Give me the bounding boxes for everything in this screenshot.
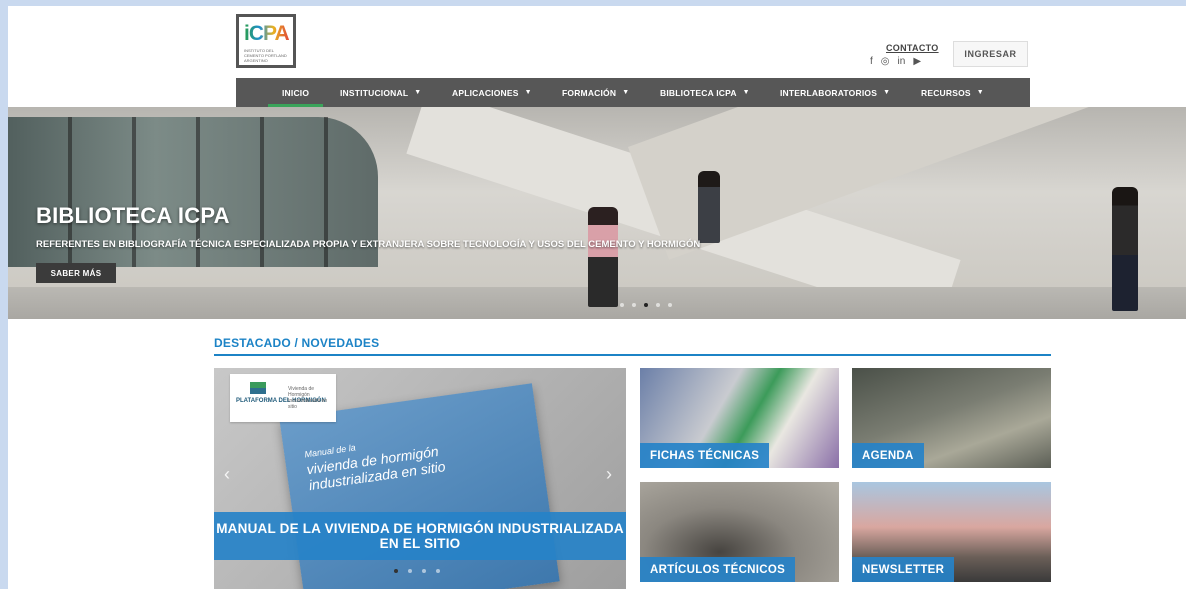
hero-slide-dot[interactable] <box>668 303 672 307</box>
linkedin-icon[interactable]: in <box>898 56 906 67</box>
hero-more-button[interactable]: SABER MÁS <box>36 263 116 283</box>
youtube-icon[interactable]: ▶ <box>913 56 921 67</box>
hero-slide-dot[interactable] <box>656 303 660 307</box>
tile-newsletter[interactable]: NEWSLETTER <box>852 482 1051 582</box>
hero-slider[interactable]: BIBLIOTECA ICPA REFERENTES EN BIBLIOGRAF… <box>8 107 1186 319</box>
login-button[interactable]: INGRESAR <box>953 41 1028 67</box>
tile-fichas-tecnicas[interactable]: FICHAS TÉCNICAS <box>640 368 839 468</box>
featured-slide-dot[interactable] <box>422 569 426 573</box>
nav-item-biblioteca[interactable]: BIBLIOTECA ICPA ▼ <box>660 78 750 107</box>
hero-person <box>1112 187 1138 311</box>
social-links: f ◎ in ▶ <box>870 56 921 67</box>
section-title: DESTACADO / NOVEDADES <box>214 336 380 350</box>
nav-item-interlaboratorios[interactable]: INTERLABORATORIOS ▼ <box>780 78 890 107</box>
section-divider <box>214 354 1051 356</box>
featured-slide-dot[interactable] <box>394 569 398 573</box>
tile-label: AGENDA <box>852 443 924 468</box>
main-nav: INICIO INSTITUCIONAL ▼ APLICACIONES ▼ FO… <box>236 78 1030 107</box>
nav-item-formacion[interactable]: FORMACIÓN ▼ <box>562 78 629 107</box>
nav-item-label: RECURSOS <box>921 87 971 98</box>
plataforma-logo-mark <box>250 382 266 394</box>
plataforma-logo: PLATAFORMA DEL HORMIGÓN Vivienda de Horm… <box>230 374 336 422</box>
logo-mark: iCPA <box>244 22 290 45</box>
tile-label: FICHAS TÉCNICAS <box>640 443 770 468</box>
featured-pagination <box>394 569 440 573</box>
chevron-right-icon[interactable]: › <box>606 464 612 485</box>
featured-slider[interactable]: Manual de la vivienda de hormigón indust… <box>214 368 626 589</box>
nav-item-label: INTERLABORATORIOS <box>780 87 878 98</box>
chevron-down-icon: ▼ <box>414 89 422 96</box>
nav-item-aplicaciones[interactable]: APLICACIONES ▼ <box>452 78 532 107</box>
contact-link[interactable]: CONTACTO <box>886 43 939 53</box>
nav-item-label: APLICACIONES <box>452 87 519 98</box>
featured-slide-dot[interactable] <box>408 569 412 573</box>
featured-caption[interactable]: MANUAL DE LA VIVIENDA DE HORMIGÓN INDUST… <box>214 512 626 560</box>
nav-item-label: BIBLIOTECA ICPA <box>660 87 737 98</box>
chevron-down-icon: ▼ <box>976 89 984 96</box>
chevron-down-icon: ▼ <box>883 89 891 96</box>
tile-articulos-tecnicos[interactable]: ARTÍCULOS TÉCNICOS <box>640 482 839 582</box>
tile-label: NEWSLETTER <box>852 557 955 582</box>
hero-pagination <box>620 303 672 307</box>
nav-item-label: INICIO <box>282 87 310 98</box>
chevron-down-icon: ▼ <box>524 89 532 96</box>
hero-slide-dot[interactable] <box>632 303 636 307</box>
nav-item-recursos[interactable]: RECURSOS ▼ <box>921 78 984 107</box>
facebook-icon[interactable]: f <box>870 56 873 67</box>
plataforma-logo-desc: Vivienda de Hormigón Industrializada en … <box>288 386 328 410</box>
nav-item-inicio[interactable]: INICIO <box>267 78 324 107</box>
site-logo[interactable]: iCPA INSTITUTO DEL CEMENTO PORTLAND ARGE… <box>236 14 296 68</box>
chevron-down-icon: ▼ <box>742 89 750 96</box>
nav-item-institucional[interactable]: INSTITUCIONAL ▼ <box>340 78 421 107</box>
hero-subtitle: REFERENTES EN BIBLIOGRAFÍA TÉCNICA ESPEC… <box>36 239 701 250</box>
hero-slide-dot[interactable] <box>644 303 648 307</box>
tile-agenda[interactable]: AGENDA <box>852 368 1051 468</box>
hero-person <box>588 207 618 307</box>
nav-item-label: INSTITUCIONAL <box>340 87 409 98</box>
tile-label: ARTÍCULOS TÉCNICOS <box>640 557 796 582</box>
featured-slide-dot[interactable] <box>436 569 440 573</box>
chevron-down-icon: ▼ <box>622 89 630 96</box>
instagram-icon[interactable]: ◎ <box>881 56 890 67</box>
nav-item-label: FORMACIÓN <box>562 87 617 98</box>
hero-slide-dot[interactable] <box>620 303 624 307</box>
chevron-left-icon[interactable]: ‹ <box>224 464 230 485</box>
hero-title: BIBLIOTECA ICPA <box>36 203 230 228</box>
page: iCPA INSTITUTO DEL CEMENTO PORTLAND ARGE… <box>8 6 1186 589</box>
hero-person <box>698 171 720 243</box>
logo-subtitle: INSTITUTO DEL CEMENTO PORTLAND ARGENTINO <box>244 48 287 63</box>
